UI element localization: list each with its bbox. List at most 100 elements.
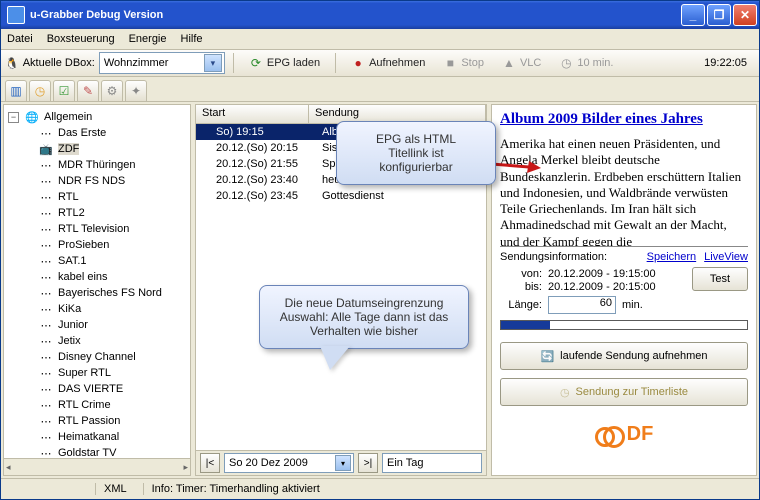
liveview-link[interactable]: LiveView bbox=[704, 251, 748, 263]
tree-item[interactable]: ⋯RTL Passion bbox=[22, 413, 188, 429]
channel-icon: ⋯ bbox=[39, 126, 53, 140]
tree-item[interactable]: ⋯RTL2 bbox=[22, 205, 188, 221]
channel-tree-pane: − 🌐 Allgemein ⋯Das Erste📺ZDF⋯MDR Thüring… bbox=[3, 104, 191, 476]
tree-item-label: RTL Crime bbox=[58, 399, 111, 411]
tab-icon-1[interactable]: ▥ bbox=[5, 80, 27, 101]
record-button[interactable]: ●Aufnehmen bbox=[344, 52, 432, 74]
stop-button[interactable]: ■Stop bbox=[436, 52, 491, 74]
tree-item[interactable]: ⋯RTL Television bbox=[22, 221, 188, 237]
tree-item[interactable]: ⋯ ProSieben bbox=[22, 237, 188, 253]
save-link[interactable]: Speichern bbox=[647, 251, 697, 263]
tree-item[interactable]: ⋯ Goldstar TV bbox=[22, 445, 188, 458]
epg-row-start: 20.12.(So) 23:45 bbox=[196, 190, 316, 202]
channel-icon: ⋯ bbox=[39, 318, 53, 332]
tree-item[interactable]: ⋯ RTL Crime bbox=[22, 397, 188, 413]
channel-tree[interactable]: − 🌐 Allgemein ⋯Das Erste📺ZDF⋯MDR Thüring… bbox=[4, 105, 190, 458]
channel-icon: ⋯ bbox=[39, 334, 53, 348]
app-icon bbox=[7, 6, 25, 24]
to-value: 20.12.2009 - 20:15:00 bbox=[548, 281, 656, 293]
record-current-icon: 🔄 bbox=[540, 350, 554, 363]
menu-energy[interactable]: Energie bbox=[129, 33, 167, 45]
date-picker[interactable]: So 20 Dez 2009 bbox=[224, 453, 354, 473]
tree-item-label: Super RTL bbox=[58, 367, 111, 379]
test-button[interactable]: Test bbox=[692, 267, 748, 291]
tree-item-label: DAS VIERTE bbox=[58, 383, 123, 395]
maximize-button[interactable]: ❐ bbox=[707, 4, 731, 26]
info-label: Sendungsinformation: bbox=[500, 251, 607, 263]
tab-icon-3[interactable]: ☑ bbox=[53, 80, 75, 101]
tree-item[interactable]: ⋯KiKa bbox=[22, 301, 188, 317]
minimize-button[interactable]: _ bbox=[681, 4, 705, 26]
tree-item[interactable]: ⋯RTL bbox=[22, 189, 188, 205]
channel-icon: ⋯ bbox=[39, 222, 53, 236]
epg-row[interactable]: 20.12.(So) 23:45Gottesdienst bbox=[196, 188, 486, 204]
tab-icon-5[interactable]: ⚙ bbox=[101, 80, 123, 101]
tree-item-label: Das Erste bbox=[58, 127, 106, 139]
tab-icon-2[interactable]: ◷ bbox=[29, 80, 51, 101]
date-first-button[interactable]: |< bbox=[200, 453, 220, 473]
annotation-callout-1: EPG als HTML Titellink ist konfigurierba… bbox=[336, 121, 496, 185]
channel-icon: ⋯ bbox=[39, 446, 53, 458]
stop-icon: ■ bbox=[443, 56, 457, 70]
tree-item-label: ProSieben bbox=[58, 239, 109, 251]
tree-item[interactable]: ⋯NDR FS NDS bbox=[22, 173, 188, 189]
tree-item[interactable]: ⋯ Das Erste bbox=[22, 125, 188, 141]
tree-item[interactable]: ⋯Junior bbox=[22, 317, 188, 333]
channel-icon: ⋯ bbox=[39, 286, 53, 300]
channel-icon: ⋯ bbox=[39, 238, 53, 252]
menu-help[interactable]: Hilfe bbox=[181, 33, 203, 45]
penguin-icon: 🐧 bbox=[5, 57, 19, 70]
tree-item[interactable]: ⋯kabel eins bbox=[22, 269, 188, 285]
epg-row-start: 20.12.(So) 23:40 bbox=[196, 174, 316, 186]
epg-load-button[interactable]: ⟳EPG laden bbox=[242, 52, 327, 74]
col-start[interactable]: Start bbox=[196, 105, 309, 123]
tree-item[interactable]: ⋯Jetix bbox=[22, 333, 188, 349]
epg-title-link[interactable]: Album 2009 Bilder eines Jahres bbox=[500, 111, 748, 128]
epg-row-show: Gottesdienst bbox=[316, 190, 486, 202]
to-label: bis: bbox=[500, 281, 542, 293]
tree-item[interactable]: ⋯ MDR Thüringen bbox=[22, 157, 188, 173]
tree-item[interactable]: ⋯Bayerisches FS Nord bbox=[22, 285, 188, 301]
tab-icon-6[interactable]: ✦ bbox=[125, 80, 147, 101]
current-box-label: Aktuelle DBox: bbox=[23, 57, 95, 69]
progress-bar bbox=[500, 320, 748, 330]
length-label: Länge: bbox=[500, 299, 542, 311]
record-current-button[interactable]: 🔄 laufende Sendung aufnehmen bbox=[500, 342, 748, 370]
epg-row-start: So) 19:15 bbox=[196, 126, 316, 138]
vlc-button[interactable]: ▲VLC bbox=[495, 52, 548, 74]
tree-item-label: ZDF bbox=[58, 143, 79, 155]
date-range-value: Ein Tag bbox=[387, 457, 424, 469]
length-input[interactable]: 60 bbox=[548, 296, 616, 314]
menu-file[interactable]: Datei bbox=[7, 33, 33, 45]
date-range-combo[interactable]: Ein Tag bbox=[382, 453, 482, 473]
tree-item[interactable]: ⋯Super RTL bbox=[22, 365, 188, 381]
tab-icon-4[interactable]: ✎ bbox=[77, 80, 99, 101]
channel-icon: ⋯ bbox=[39, 158, 53, 172]
channel-icon: ⋯ bbox=[39, 398, 53, 412]
collapse-icon[interactable]: − bbox=[8, 112, 19, 123]
add-to-timer-button[interactable]: ◷ Sendung zur Timerliste bbox=[500, 378, 748, 406]
tree-item-label: SAT.1 bbox=[58, 255, 87, 267]
from-label: von: bbox=[500, 268, 542, 280]
menu-box[interactable]: Boxsteuerung bbox=[47, 33, 115, 45]
channel-icon: ⋯ bbox=[39, 254, 53, 268]
tree-item-label: MDR Thüringen bbox=[58, 159, 135, 171]
tree-scrollbar-horizontal[interactable]: ◂▸ bbox=[4, 458, 190, 475]
toolbar-clock: 19:22:05 bbox=[696, 57, 755, 69]
date-last-button[interactable]: >| bbox=[358, 453, 378, 473]
close-button[interactable]: ✕ bbox=[733, 4, 757, 26]
tree-item[interactable]: ⋯ SAT.1 bbox=[22, 253, 188, 269]
tree-item-label: RTL2 bbox=[58, 207, 85, 219]
tree-item[interactable]: 📺ZDF bbox=[22, 141, 188, 157]
tree-root[interactable]: − 🌐 Allgemein bbox=[6, 109, 188, 125]
tenmin-button[interactable]: ◷10 min. bbox=[552, 52, 620, 74]
current-box-value: Wohnzimmer bbox=[104, 57, 169, 69]
current-box-combo[interactable]: Wohnzimmer bbox=[99, 52, 225, 74]
tree-item-label: Goldstar TV bbox=[58, 447, 117, 458]
tree-item[interactable]: ⋯Disney Channel bbox=[22, 349, 188, 365]
channel-icon: ⋯ bbox=[39, 174, 53, 188]
tree-item[interactable]: ⋯DAS VIERTE bbox=[22, 381, 188, 397]
tree-item[interactable]: ⋯Heimatkanal bbox=[22, 429, 188, 445]
record-icon: ● bbox=[351, 56, 365, 70]
tree-item-label: Heimatkanal bbox=[58, 431, 119, 443]
